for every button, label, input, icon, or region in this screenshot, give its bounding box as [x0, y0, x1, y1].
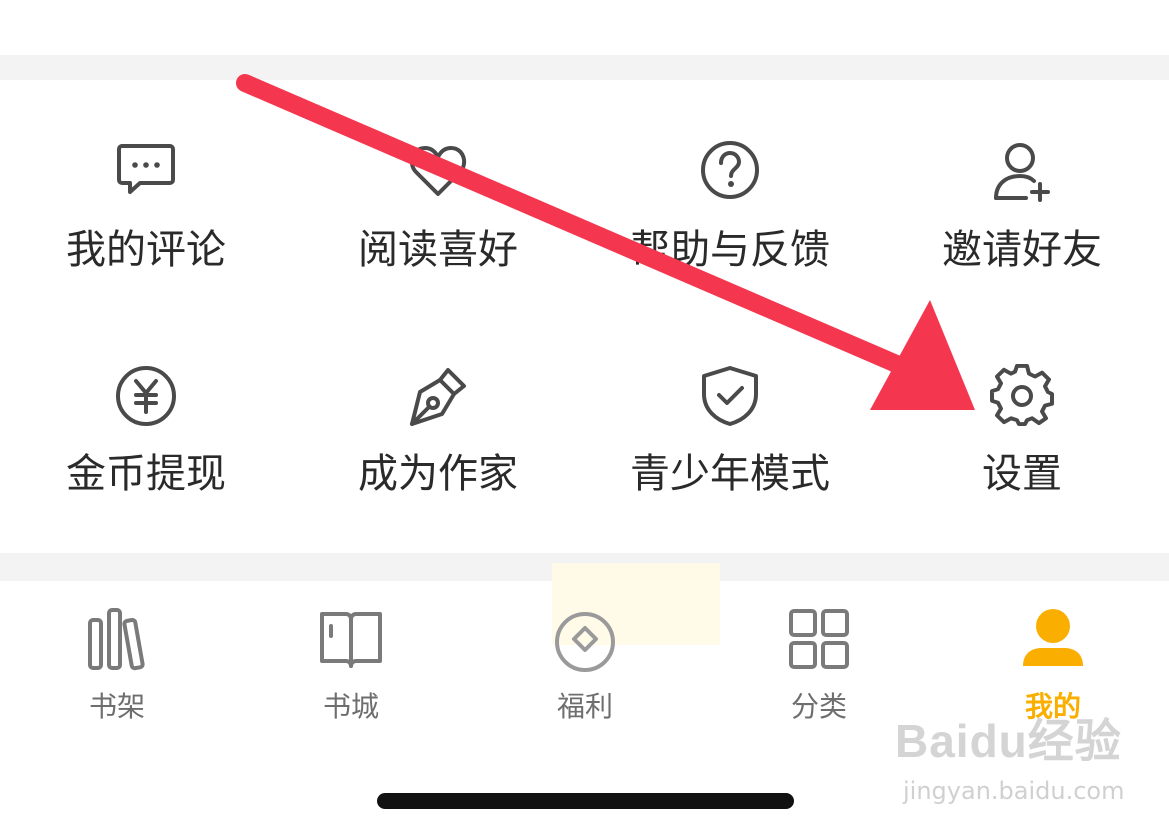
menu-item-label: 青少年模式 [630, 451, 830, 497]
menu-item-label: 阅读喜好 [358, 227, 518, 273]
grid-icon [789, 609, 849, 669]
tab-bookshelf[interactable]: 书架 [0, 606, 234, 731]
coin-diamond-icon [555, 612, 615, 672]
menu-item-invite-friends[interactable]: 邀请好友 [876, 140, 1168, 330]
pen-icon [410, 368, 466, 426]
menu-item-label: 帮助与反馈 [630, 227, 830, 273]
book-icon [320, 612, 382, 668]
watermark-logo: Baidu经验 [895, 715, 1122, 767]
menu-item-youth-mode[interactable]: 青少年模式 [584, 364, 876, 554]
shield-check-icon [702, 366, 758, 426]
menu-item-label: 成为作家 [358, 451, 518, 497]
menu-item-become-writer[interactable]: 成为作家 [292, 364, 584, 554]
tab-label: 福利 [556, 690, 613, 723]
coin-icon [116, 366, 176, 426]
menu-item-reading-preferences[interactable]: 阅读喜好 [292, 140, 584, 330]
comment-icon [117, 144, 175, 194]
tab-label: 书架 [88, 690, 145, 723]
tab-bookstore[interactable]: 书城 [234, 606, 468, 731]
bookshelf-icon [88, 608, 145, 671]
add-friend-icon [994, 143, 1050, 202]
menu-item-label: 设置 [982, 451, 1062, 497]
user-icon [1023, 609, 1083, 666]
menu-item-coin-withdraw[interactable]: 金币提现 [0, 364, 292, 554]
menu-item-label: 我的评论 [66, 227, 226, 273]
baidu-watermark: Baidu经验 jingyan.baidu.com [895, 705, 1145, 815]
watermark-url: jingyan.baidu.com [903, 777, 1125, 805]
heart-icon [409, 146, 467, 196]
menu-item-label: 邀请好友 [942, 227, 1102, 273]
section-divider-top [0, 55, 1169, 80]
menu-item-label: 金币提现 [66, 451, 226, 497]
help-icon [701, 141, 759, 199]
menu-item-help-feedback[interactable]: 帮助与反馈 [584, 140, 876, 330]
menu-item-settings[interactable]: 设置 [876, 364, 1168, 554]
home-indicator[interactable] [377, 793, 794, 809]
tab-label: 书城 [322, 690, 379, 723]
menu-item-my-comments[interactable]: 我的评论 [0, 140, 292, 330]
tab-welfare[interactable]: 福利 [468, 606, 702, 731]
gear-icon [990, 364, 1054, 427]
